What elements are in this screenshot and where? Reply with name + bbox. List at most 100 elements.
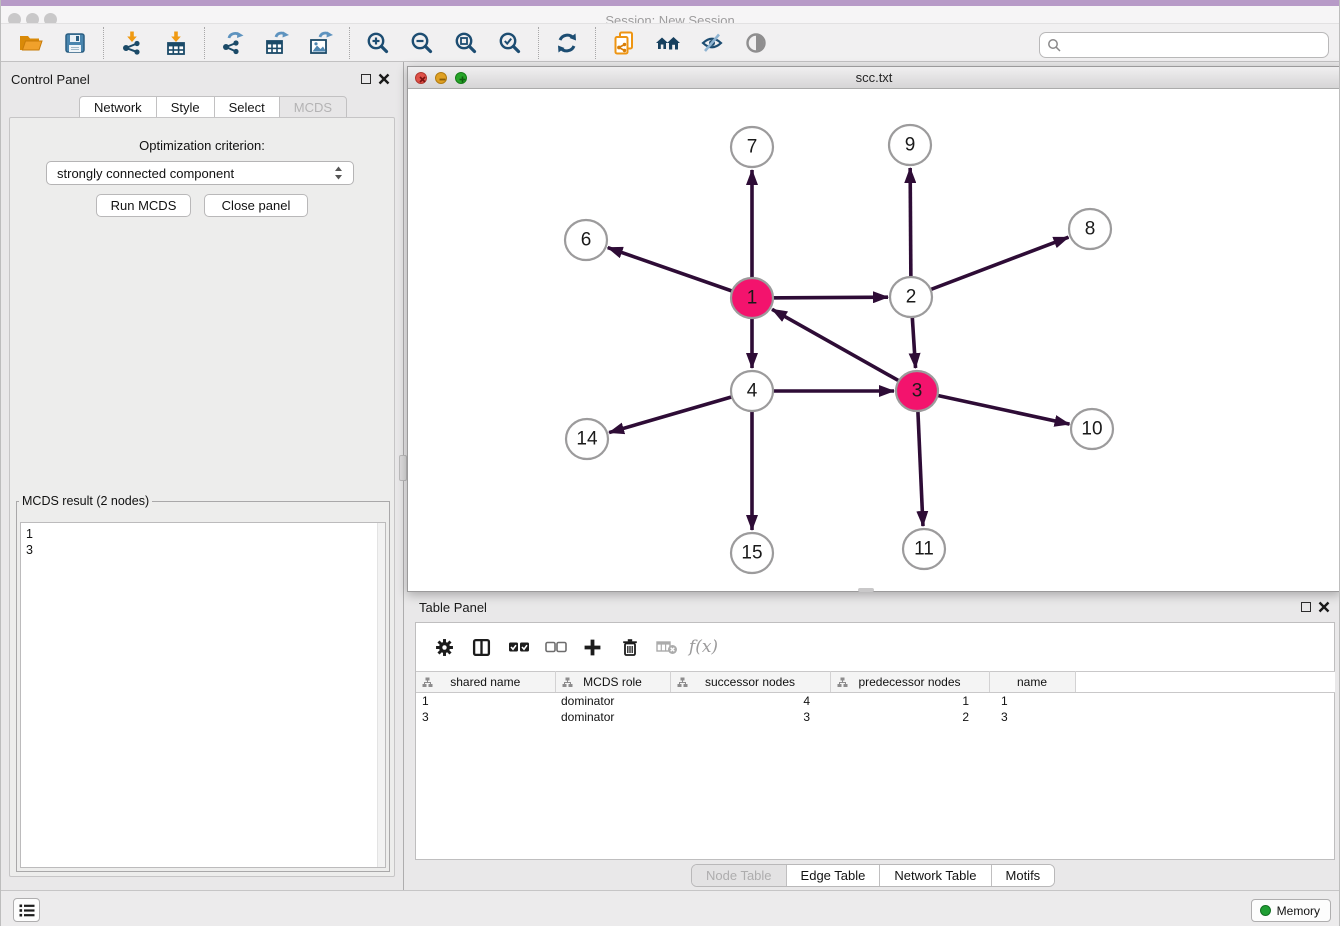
application-window: Session: New Session bbox=[0, 0, 1340, 926]
export-image-button[interactable] bbox=[299, 27, 343, 59]
memory-button[interactable]: Memory bbox=[1251, 899, 1331, 922]
tab-select[interactable]: Select bbox=[214, 96, 279, 118]
graph-node-4[interactable]: 4 bbox=[731, 371, 773, 411]
tab-network[interactable]: Network bbox=[79, 96, 156, 118]
tab-motifs[interactable]: Motifs bbox=[992, 865, 1055, 886]
column-layout-button[interactable] bbox=[463, 632, 500, 662]
cell-successor-nodes[interactable]: 4 bbox=[670, 693, 830, 709]
cell-shared-name[interactable]: 1 bbox=[416, 693, 555, 709]
table-panel-title: Table Panel bbox=[419, 600, 487, 615]
network-zoom-button[interactable] bbox=[455, 72, 467, 84]
import-network-button[interactable] bbox=[110, 27, 154, 59]
graph-node-8[interactable]: 8 bbox=[1069, 209, 1111, 249]
export-table-button[interactable] bbox=[255, 27, 299, 59]
cell-MCDS-role[interactable]: dominator bbox=[555, 709, 670, 725]
task-history-button[interactable] bbox=[13, 898, 40, 922]
export-network-button[interactable] bbox=[211, 27, 255, 59]
graph-node-6[interactable]: 6 bbox=[565, 220, 607, 260]
control-panel-float-button[interactable] bbox=[361, 74, 371, 84]
select-all-rows-button[interactable] bbox=[500, 632, 537, 662]
column-type-icon bbox=[837, 677, 848, 688]
table-panel-float-button[interactable] bbox=[1301, 602, 1311, 612]
graph-node-11[interactable]: 11 bbox=[903, 529, 945, 569]
graph-edge-1-6[interactable] bbox=[608, 248, 752, 298]
panel-divider-grip[interactable] bbox=[399, 455, 407, 481]
zoom-out-button[interactable] bbox=[400, 27, 444, 59]
function-builder-button[interactable]: f(x) bbox=[685, 632, 722, 662]
tab-node-table[interactable]: Node Table bbox=[692, 865, 787, 886]
trash-icon bbox=[621, 638, 639, 657]
edge-layer bbox=[608, 168, 1070, 530]
graph-node-2[interactable]: 2 bbox=[890, 277, 932, 317]
refresh-icon bbox=[554, 30, 580, 56]
zoom-in-button[interactable] bbox=[356, 27, 400, 59]
control-panel-close-button[interactable] bbox=[378, 73, 390, 85]
search-field[interactable] bbox=[1039, 32, 1329, 58]
show-graphics-details-button[interactable] bbox=[734, 27, 778, 59]
mcds-result-group: MCDS result (2 nodes) 1 3 bbox=[16, 494, 390, 872]
column-header-successor-nodes[interactable]: successor nodes bbox=[670, 672, 830, 693]
close-panel-button[interactable]: Close panel bbox=[204, 194, 308, 217]
home-views-button[interactable] bbox=[646, 27, 690, 59]
tab-network-table[interactable]: Network Table bbox=[880, 865, 991, 886]
delete-table-button[interactable] bbox=[648, 632, 685, 662]
tab-mcds[interactable]: MCDS bbox=[279, 96, 347, 118]
zoom-selected-button[interactable] bbox=[488, 27, 532, 59]
network-close-button[interactable] bbox=[415, 72, 427, 84]
duplicate-network-button[interactable] bbox=[602, 27, 646, 59]
table-panel-close-button[interactable] bbox=[1318, 601, 1330, 613]
deselect-all-rows-button[interactable] bbox=[537, 632, 574, 662]
table-row-1[interactable]: 1dominator411 bbox=[416, 693, 1335, 709]
graph-edge-2-8[interactable] bbox=[911, 237, 1068, 297]
graph-node-15[interactable]: 15 bbox=[731, 533, 773, 573]
optimization-criterion-label: Optimization criterion: bbox=[10, 138, 394, 153]
criterion-dropdown[interactable]: strongly connected component bbox=[46, 161, 354, 185]
table-row-2[interactable]: 3dominator323 bbox=[416, 709, 1335, 725]
tab-edge-table[interactable]: Edge Table bbox=[787, 865, 881, 886]
column-header-filler bbox=[1075, 672, 1335, 693]
node-table[interactable]: shared nameMCDS rolesuccessor nodesprede… bbox=[416, 671, 1335, 725]
mcds-result-list[interactable]: 1 3 bbox=[20, 522, 386, 868]
column-header-predecessor-nodes[interactable]: predecessor nodes bbox=[830, 672, 989, 693]
network-window-titlebar[interactable]: scc.txt bbox=[408, 67, 1340, 89]
save-session-button[interactable] bbox=[53, 27, 97, 59]
plus-icon bbox=[583, 638, 602, 657]
node-table-body[interactable]: 1dominator4113dominator323 bbox=[416, 693, 1335, 725]
import-table-button[interactable] bbox=[154, 27, 198, 59]
column-header-shared-name[interactable]: shared name bbox=[416, 672, 555, 693]
graph-node-7[interactable]: 7 bbox=[731, 127, 773, 167]
cell-shared-name[interactable]: 3 bbox=[416, 709, 555, 725]
node-table-header[interactable]: shared nameMCDS rolesuccessor nodesprede… bbox=[416, 672, 1335, 693]
network-minimize-button[interactable] bbox=[435, 72, 447, 84]
open-file-button[interactable] bbox=[9, 27, 53, 59]
add-column-button[interactable] bbox=[574, 632, 611, 662]
tab-style[interactable]: Style bbox=[156, 96, 214, 118]
cell-predecessor-nodes[interactable]: 2 bbox=[830, 709, 989, 725]
cell-MCDS-role[interactable]: dominator bbox=[555, 693, 670, 709]
zoom-fit-button[interactable] bbox=[444, 27, 488, 59]
cell-successor-nodes[interactable]: 3 bbox=[670, 709, 830, 725]
table-settings-button[interactable] bbox=[426, 632, 463, 662]
run-mcds-button[interactable]: Run MCDS bbox=[96, 194, 191, 217]
graph-node-10[interactable]: 10 bbox=[1071, 409, 1113, 449]
cell-name[interactable]: 1 bbox=[989, 693, 1075, 709]
graph-edge-3-10[interactable] bbox=[917, 391, 1070, 424]
network-graph-canvas[interactable]: 7 9 6 8 1 2 4 3 14 10 15 11 bbox=[408, 89, 1340, 593]
column-header-name[interactable]: name bbox=[989, 672, 1075, 693]
column-header-MCDS-role[interactable]: MCDS role bbox=[555, 672, 670, 693]
search-input[interactable] bbox=[1066, 38, 1321, 53]
network-window-grip[interactable] bbox=[858, 588, 874, 592]
cell-name[interactable]: 3 bbox=[989, 709, 1075, 725]
graph-edge-4-14[interactable] bbox=[609, 391, 752, 433]
graph-edge-3-1[interactable] bbox=[772, 309, 917, 391]
columns-icon bbox=[472, 638, 491, 657]
hide-graphics-details-button[interactable] bbox=[690, 27, 734, 59]
graph-node-3[interactable]: 3 bbox=[896, 371, 938, 411]
graph-node-14[interactable]: 14 bbox=[566, 419, 608, 459]
cell-predecessor-nodes[interactable]: 1 bbox=[830, 693, 989, 709]
delete-columns-button[interactable] bbox=[611, 632, 648, 662]
graph-node-9[interactable]: 9 bbox=[889, 125, 931, 165]
refresh-layout-button[interactable] bbox=[545, 27, 589, 59]
graph-node-1[interactable]: 1 bbox=[731, 278, 773, 318]
zoom-in-icon bbox=[365, 30, 391, 56]
